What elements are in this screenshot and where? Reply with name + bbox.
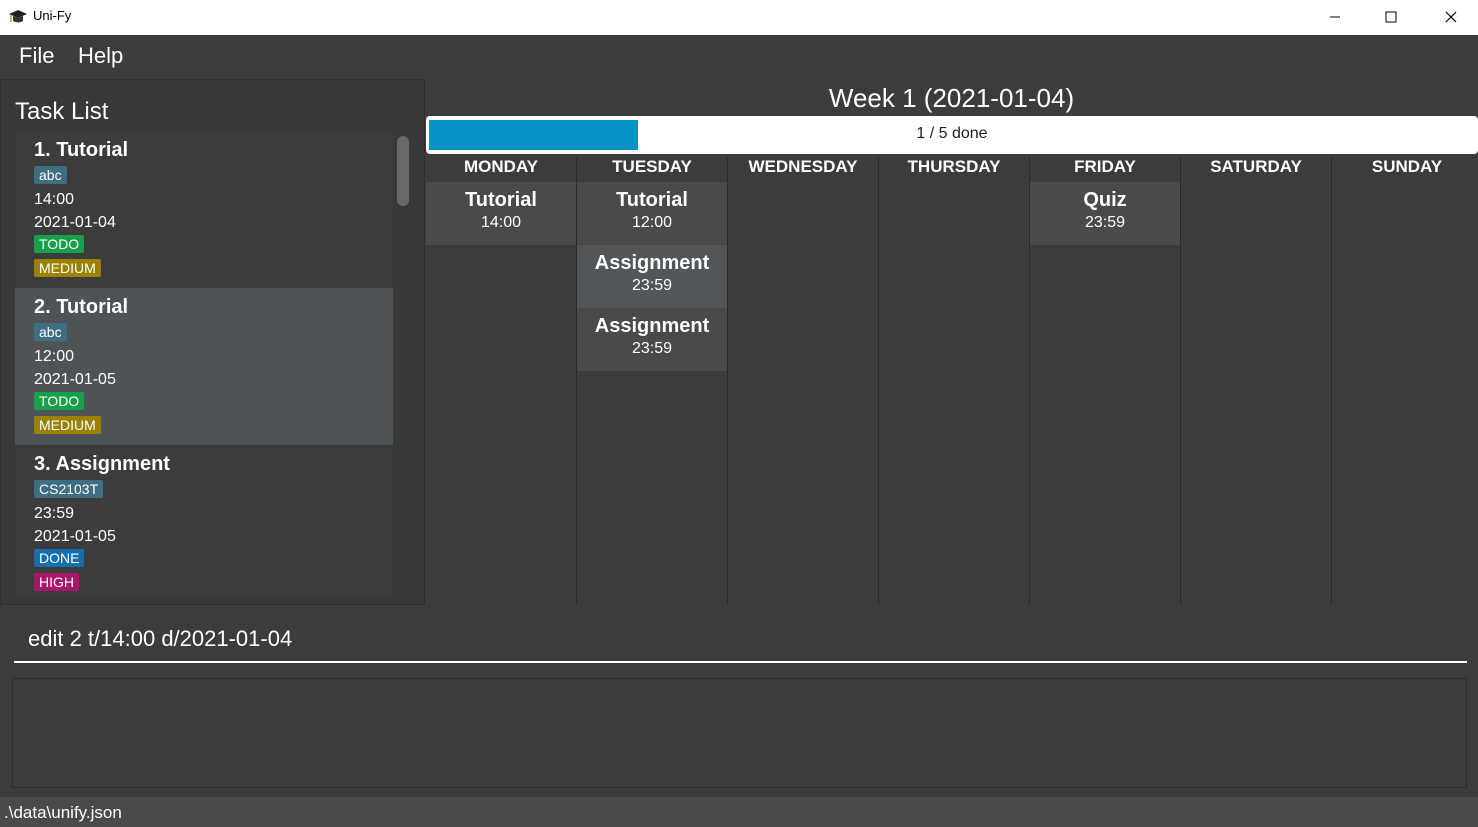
day-monday: MONDAY Tutorial 14:00 <box>426 157 576 605</box>
event-card[interactable]: Tutorial 14:00 <box>426 182 576 245</box>
close-icon <box>1445 11 1457 22</box>
event-time: 14:00 <box>480 214 522 231</box>
task-date: 2021-01-04 <box>34 214 116 231</box>
event-card[interactable]: Tutorial 12:00 <box>577 182 727 245</box>
menu-help[interactable]: Help <box>78 43 123 69</box>
day-name: SATURDAY <box>1210 157 1302 176</box>
task-card-1[interactable]: 1. Tutorial abc 14:00 2021-01-04 TODO ME… <box>15 131 393 288</box>
minimize-button[interactable] <box>1312 0 1358 33</box>
result-display[interactable] <box>12 678 1467 788</box>
task-tag: abc <box>34 166 67 184</box>
day-tuesday: TUESDAY Tutorial 12:00 Assignment 23:59 … <box>577 157 727 605</box>
menu-file[interactable]: File <box>19 43 54 69</box>
task-priority-badge: HIGH <box>34 573 79 591</box>
command-box <box>0 605 1478 671</box>
task-list[interactable]: 1. Tutorial abc 14:00 2021-01-04 TODO ME… <box>15 131 411 596</box>
task-tag: abc <box>34 323 67 341</box>
task-status-badge: DONE <box>34 549 85 567</box>
day-name: SUNDAY <box>1371 157 1443 176</box>
event-title: Tutorial <box>465 189 537 211</box>
task-time: 14:00 <box>34 191 75 208</box>
task-list-panel: Task List 1. Tutorial abc 14:00 2021-01-… <box>0 79 425 605</box>
event-card[interactable]: Assignment 23:59 <box>577 308 727 371</box>
day-name: MONDAY <box>464 157 538 176</box>
task-list-scrollbar[interactable] <box>397 136 409 206</box>
task-time: 23:59 <box>34 505 75 522</box>
minimize-icon <box>1330 16 1340 17</box>
command-input[interactable] <box>14 617 1467 663</box>
event-card[interactable]: Assignment 23:59 <box>577 245 727 308</box>
event-time: 23:59 <box>1084 214 1126 231</box>
task-date: 2021-01-05 <box>34 371 116 388</box>
data-file-path: .\data\unify.json <box>4 803 122 822</box>
graduation-cap-icon <box>9 10 27 23</box>
task-list-title: Task List <box>15 98 109 125</box>
week-panel: Week 1 (2021-01-04) 1 / 5 done MONDAY Tu… <box>425 79 1478 605</box>
task-card-3[interactable]: 3. Assignment CS2103T 23:59 2021-01-05 D… <box>15 445 393 596</box>
task-tag: CS2103T <box>34 480 104 498</box>
maximize-button[interactable] <box>1368 0 1414 33</box>
task-card-2[interactable]: 2. Tutorial abc 12:00 2021-01-05 TODO ME… <box>15 288 393 445</box>
task-status-badge: TODO <box>34 235 85 253</box>
day-friday: FRIDAY Quiz 23:59 <box>1030 157 1180 605</box>
day-saturday: SATURDAY <box>1181 157 1331 605</box>
day-name: THURSDAY <box>907 157 1001 176</box>
task-title: 3. Assignment <box>34 453 170 475</box>
task-time: 12:00 <box>34 348 75 365</box>
title-bar: Uni-Fy <box>0 0 1478 35</box>
event-title: Tutorial <box>616 189 688 211</box>
task-title: 2. Tutorial <box>34 296 129 318</box>
task-title: 1. Tutorial <box>34 139 129 161</box>
week-title: Week 1 (2021-01-04) <box>828 83 1075 113</box>
event-card[interactable]: Quiz 23:59 <box>1030 182 1180 245</box>
task-priority-badge: MEDIUM <box>34 416 101 434</box>
day-wednesday: WEDNESDAY <box>728 157 878 605</box>
event-time: 23:59 <box>631 277 673 294</box>
day-sunday: SUNDAY <box>1332 157 1478 605</box>
maximize-icon <box>1385 11 1397 22</box>
progress-label: 1 / 5 done <box>916 125 988 142</box>
event-time: 12:00 <box>631 214 673 231</box>
event-time: 23:59 <box>631 340 673 357</box>
day-name: WEDNESDAY <box>748 157 858 176</box>
event-title: Assignment <box>594 315 710 337</box>
day-thursday: THURSDAY <box>879 157 1029 605</box>
window-title: Uni-Fy <box>33 8 72 23</box>
progress-bar: 1 / 5 done <box>426 116 1478 154</box>
task-priority-badge: MEDIUM <box>34 259 101 277</box>
task-status-badge: TODO <box>34 392 85 410</box>
event-title: Assignment <box>594 252 710 274</box>
close-button[interactable] <box>1428 0 1474 33</box>
event-title: Quiz <box>1083 189 1127 211</box>
day-name: FRIDAY <box>1074 157 1136 176</box>
status-bar: .\data\unify.json <box>0 797 1478 827</box>
menu-bar: File Help <box>0 35 1478 79</box>
day-name: TUESDAY <box>612 157 692 176</box>
task-date: 2021-01-05 <box>34 528 116 545</box>
